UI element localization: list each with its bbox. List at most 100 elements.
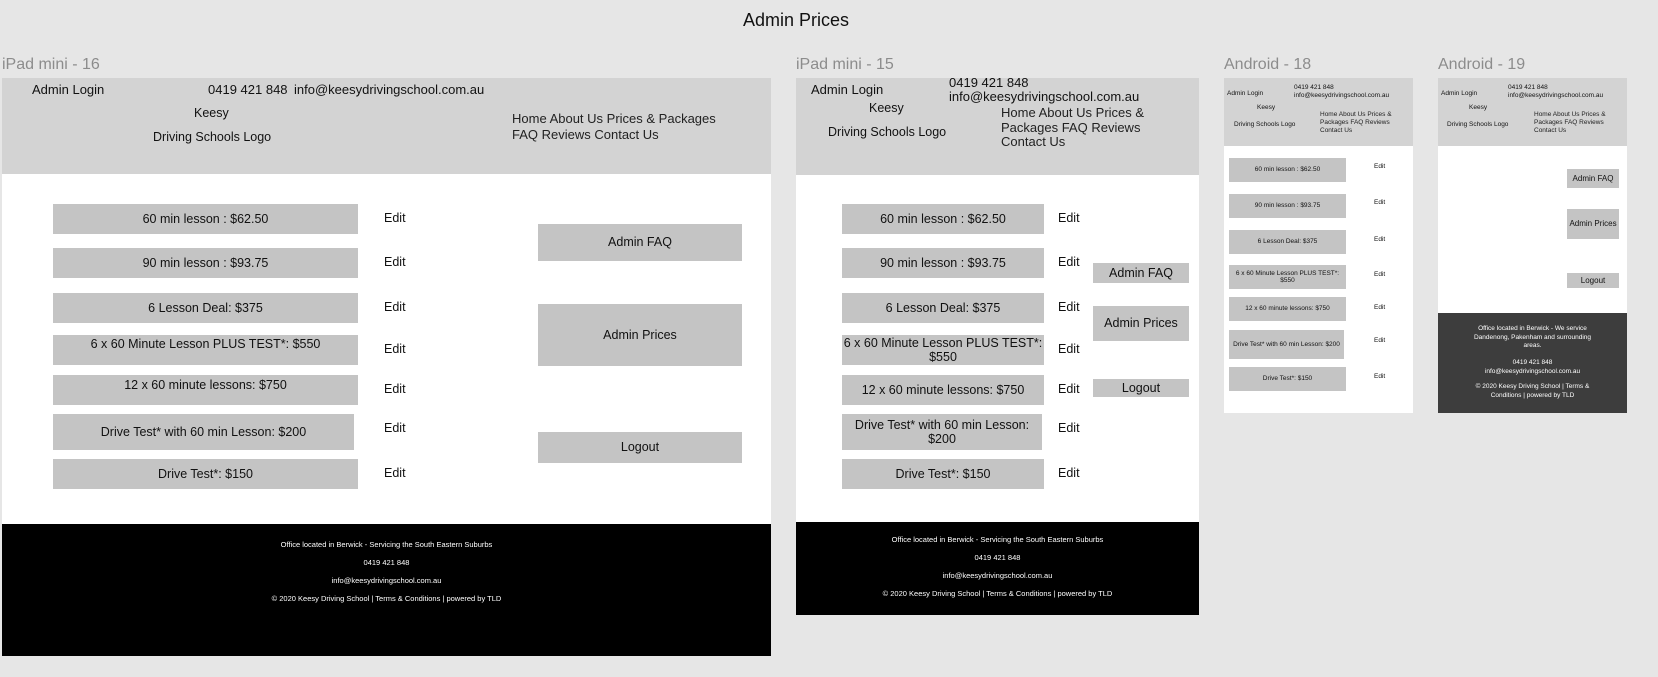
edit-price-button[interactable]: Edit — [1374, 199, 1385, 206]
header-email: info@keesydrivingschool.com.au — [1294, 92, 1390, 99]
edit-price-button[interactable]: Edit — [1058, 342, 1080, 356]
price-item: 90 min lesson : $93.75 — [1229, 194, 1346, 218]
price-item: 6 Lesson Deal: $375 — [842, 293, 1044, 323]
edit-price-button[interactable]: Edit — [384, 255, 406, 269]
main-nav[interactable]: Home About Us Prices & Packages FAQ Revi… — [512, 111, 740, 142]
edit-price-button[interactable]: Edit — [384, 300, 406, 314]
frame-label-ipad-mini-16: iPad mini - 16 — [2, 56, 100, 73]
logout-button[interactable]: Logout — [538, 432, 742, 463]
frame-label-ipad-mini-15: iPad mini - 15 — [796, 56, 894, 73]
logout-button[interactable]: Logout — [1567, 273, 1619, 288]
header-email: info@keesydrivingschool.com.au — [949, 89, 1140, 104]
main-nav[interactable]: Home About Us Prices & Packages FAQ Revi… — [1001, 105, 1181, 150]
frame-android-19: Admin Login 0419 421 848 info@keesydrivi… — [1438, 78, 1627, 413]
footer-email: info@keesydrivingschool.com.au — [942, 571, 1053, 580]
edit-price-button[interactable]: Edit — [384, 211, 406, 225]
frame-label-android-19: Android - 19 — [1438, 56, 1526, 73]
logo-line1: Keesy — [1469, 104, 1488, 111]
edit-price-button[interactable]: Edit — [1374, 236, 1385, 243]
header-email: info@keesydrivingschool.com.au — [1508, 92, 1604, 99]
price-item: Drive Test*: $150 — [53, 459, 358, 489]
footer-copyright: © 2020 Keesy Driving School | Terms & Co… — [1475, 383, 1590, 399]
frame-ipad-mini-16: Admin Login 0419 421 848 info@keesydrivi… — [2, 78, 771, 656]
footer-phone: 0419 421 848 — [974, 553, 1021, 562]
footer-office: Office located in Berwick - Servicing th… — [891, 535, 1104, 544]
logo-placeholder: Driving Schools Logo — [1234, 121, 1296, 128]
frame-ipad-mini-15: Admin Login 0419 421 848 info@keesydrivi… — [796, 78, 1199, 615]
footer-email: info@keesydrivingschool.com.au — [1484, 368, 1581, 375]
price-item: 12 x 60 minute lessons: $750 — [842, 375, 1044, 405]
admin-prices-button[interactable]: Admin Prices — [1093, 306, 1189, 341]
price-item: 60 min lesson : $62.50 — [1229, 158, 1346, 182]
footer-email: info@keesydrivingschool.com.au — [331, 576, 442, 585]
edit-price-button[interactable]: Edit — [1058, 211, 1080, 225]
admin-login-link[interactable]: Admin Login — [1227, 90, 1263, 97]
edit-price-button[interactable]: Edit — [1058, 255, 1080, 269]
logo-line1: Keesy — [194, 106, 229, 120]
price-item: 6 x 60 Minute Lesson PLUS TEST*: $550 — [53, 335, 358, 365]
price-item: 90 min lesson : $93.75 — [53, 248, 358, 278]
admin-faq-button[interactable]: Admin FAQ — [1567, 169, 1619, 188]
main-nav[interactable]: Home About Us Prices & Packages FAQ Revi… — [1320, 111, 1404, 135]
edit-price-button[interactable]: Edit — [1374, 373, 1385, 380]
footer-phone: 0419 421 848 — [1512, 359, 1553, 366]
admin-faq-button[interactable]: Admin FAQ — [1093, 263, 1189, 283]
edit-price-button[interactable]: Edit — [1374, 163, 1385, 170]
edit-price-button[interactable]: Edit — [384, 466, 406, 480]
logout-button[interactable]: Logout — [1093, 379, 1189, 397]
price-item: 12 x 60 minute lessons: $750 — [53, 375, 358, 405]
edit-price-button[interactable]: Edit — [1374, 304, 1385, 311]
price-item: 6 Lesson Deal: $375 — [53, 293, 358, 323]
site-header: Admin Login 0419 421 848 info@keesydrivi… — [1438, 78, 1627, 146]
admin-prices-button[interactable]: Admin Prices — [1567, 209, 1619, 239]
admin-login-link[interactable]: Admin Login — [32, 82, 104, 97]
logo-line1: Keesy — [1257, 104, 1276, 111]
edit-price-button[interactable]: Edit — [1058, 421, 1080, 435]
price-item: Drive Test* with 60 min Lesson: $200 — [1229, 330, 1344, 359]
edit-price-button[interactable]: Edit — [1058, 300, 1080, 314]
logo-line1: Keesy — [869, 101, 904, 115]
price-item: 60 min lesson : $62.50 — [53, 204, 358, 234]
edit-price-button[interactable]: Edit — [384, 382, 406, 396]
edit-price-button[interactable]: Edit — [1058, 382, 1080, 396]
logo-placeholder: Driving Schools Logo — [1447, 121, 1509, 128]
price-item: 12 x 60 minute lessons: $750 — [1229, 297, 1346, 321]
price-item: 60 min lesson : $62.50 — [842, 204, 1044, 234]
price-item: Drive Test* with 60 min Lesson: $200 — [53, 414, 354, 450]
page-title: Admin Prices — [742, 10, 850, 30]
frame-android-18: Admin Login 0419 421 848 info@keesydrivi… — [1224, 78, 1413, 413]
price-item: 6 x 60 Minute Lesson PLUS TEST*: $550 — [1229, 265, 1346, 289]
site-header: Admin Login 0419 421 848 info@keesydrivi… — [1224, 78, 1413, 146]
edit-price-button[interactable]: Edit — [1374, 271, 1385, 278]
admin-faq-button[interactable]: Admin FAQ — [538, 224, 742, 261]
main-nav[interactable]: Home About Us Prices & Packages FAQ Revi… — [1534, 111, 1618, 135]
logo-placeholder: Driving Schools Logo — [153, 130, 272, 144]
price-item: 6 Lesson Deal: $375 — [1229, 230, 1346, 254]
frame-label-android-18: Android - 18 — [1224, 56, 1312, 73]
site-header: Admin Login 0419 421 848 info@keesydrivi… — [2, 78, 771, 174]
site-header: Admin Login 0419 421 848 info@keesydrivi… — [796, 78, 1199, 175]
price-item: Drive Test*: $150 — [842, 459, 1044, 489]
admin-login-link[interactable]: Admin Login — [1441, 90, 1477, 97]
site-footer: Office located in Berwick - Servicing th… — [2, 524, 771, 656]
admin-prices-button[interactable]: Admin Prices — [538, 304, 742, 366]
admin-login-link[interactable]: Admin Login — [811, 82, 883, 97]
edit-price-button[interactable]: Edit — [1058, 466, 1080, 480]
header-phone: 0419 421 848 — [208, 82, 288, 97]
price-item: Drive Test*: $150 — [1229, 367, 1346, 391]
site-footer: Office located in Berwick - We service D… — [1438, 313, 1627, 413]
site-footer: Office located in Berwick - Servicing th… — [796, 522, 1199, 615]
edit-price-button[interactable]: Edit — [1374, 337, 1385, 344]
footer-office: Office located in Berwick - We service D… — [1473, 325, 1592, 349]
edit-price-button[interactable]: Edit — [384, 342, 406, 356]
header-phone: 0419 421 848 — [1294, 84, 1334, 91]
price-item: 6 x 60 Minute Lesson PLUS TEST*: $550 — [842, 335, 1044, 365]
price-item: 90 min lesson : $93.75 — [842, 248, 1044, 278]
price-item: Drive Test* with 60 min Lesson: $200 — [842, 414, 1042, 450]
header-email: info@keesydrivingschool.com.au — [294, 82, 485, 97]
footer-copyright: © 2020 Keesy Driving School | Terms & Co… — [271, 594, 502, 603]
logo-placeholder: Driving Schools Logo — [828, 125, 947, 139]
edit-price-button[interactable]: Edit — [384, 421, 406, 435]
footer-copyright: © 2020 Keesy Driving School | Terms & Co… — [882, 589, 1113, 598]
footer-office: Office located in Berwick - Servicing th… — [280, 540, 493, 549]
